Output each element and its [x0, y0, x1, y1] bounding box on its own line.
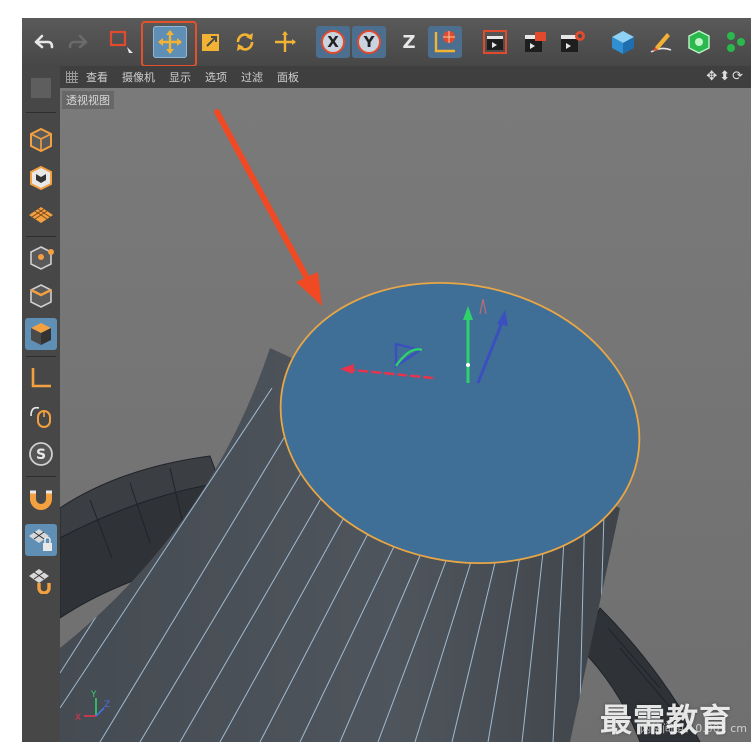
- selection-tool-button[interactable]: [104, 26, 138, 58]
- axis-mode-button[interactable]: [25, 362, 57, 394]
- layout-icon: [31, 78, 51, 98]
- rectangle-select-icon: [109, 30, 133, 53]
- tweak-mode-button[interactable]: [25, 400, 57, 432]
- perspective-viewport[interactable]: Y X Z 透视视图 网格间距：0.001 cm: [60, 88, 751, 742]
- axis-icon: [31, 368, 51, 388]
- undo-icon: [34, 34, 54, 49]
- scale-icon: [202, 34, 219, 51]
- svg-text:Z: Z: [104, 700, 110, 710]
- cube-object-button[interactable]: [606, 26, 640, 58]
- points-cube-icon: [30, 246, 54, 270]
- workplane-snap-button[interactable]: [25, 564, 57, 596]
- menu-options[interactable]: 选项: [205, 69, 227, 85]
- undo-button[interactable]: [26, 26, 60, 58]
- array-button[interactable]: [720, 26, 751, 58]
- subdivision-button[interactable]: [682, 26, 716, 58]
- viewport-menubar: 查看 摄像机 显示 选项 过滤 面板 ✥⬍⟳: [60, 66, 751, 88]
- rotate-tool-button[interactable]: [228, 26, 262, 58]
- clapper-gear-icon: [561, 31, 585, 52]
- scale-tool-button[interactable]: [194, 26, 228, 58]
- edges-cube-icon: [30, 284, 52, 308]
- model-mode-button[interactable]: [25, 124, 57, 156]
- world-axis-icon: [434, 31, 455, 53]
- workplane-lock-button[interactable]: [25, 524, 57, 556]
- workplane-mode-button[interactable]: [25, 200, 57, 232]
- orbit-icon[interactable]: ⟳: [732, 69, 745, 84]
- menu-panel[interactable]: 面板: [277, 69, 299, 85]
- svg-text:S: S: [36, 447, 46, 463]
- pen-spline-button[interactable]: [644, 26, 678, 58]
- polygons-mode-button[interactable]: [25, 318, 57, 350]
- menu-filter[interactable]: 过滤: [241, 69, 263, 85]
- y-axis-lock-button[interactable]: Y: [352, 26, 386, 58]
- render-picture-viewer-button[interactable]: [518, 26, 552, 58]
- coordinate-system-button[interactable]: [428, 26, 462, 58]
- cube-outline-icon: [30, 127, 52, 153]
- checker-cube-icon: [30, 165, 52, 191]
- solo-s-icon: S: [29, 442, 53, 466]
- pen-icon: [650, 33, 672, 53]
- green-dots-icon: [727, 32, 745, 52]
- menu-display[interactable]: 显示: [169, 69, 191, 85]
- recent-tool-button[interactable]: [268, 26, 302, 58]
- svg-text:X: X: [75, 713, 81, 723]
- redo-icon: [68, 34, 88, 49]
- z-axis-label: Z: [402, 31, 416, 53]
- grid-snap-icon: [29, 569, 51, 594]
- z-axis-lock-button[interactable]: Z: [392, 26, 426, 58]
- points-mode-button[interactable]: [25, 242, 57, 274]
- app-window: X Y Z S 查看 摄像机 显示 选项 过滤 面板 ✥⬍⟳ Y X Z 透视视…: [22, 18, 751, 742]
- grid-plane-icon: [29, 207, 53, 223]
- move-tool-highlight: [141, 21, 197, 67]
- cube-icon: [612, 31, 634, 54]
- rotate-icon: [236, 33, 254, 51]
- move-arrows-icon: [275, 31, 296, 52]
- mode-toolbar: S: [22, 66, 61, 742]
- clapper-icon: [525, 32, 546, 52]
- menu-view[interactable]: 查看: [86, 69, 108, 85]
- y-axis-label: Y: [357, 30, 381, 54]
- view-name-label: 透视视图: [62, 91, 114, 109]
- grid-lock-icon: [29, 529, 52, 551]
- edges-mode-button[interactable]: [25, 280, 57, 312]
- redo-button[interactable]: [62, 26, 96, 58]
- grip-icon: [66, 71, 78, 83]
- mouse-icon: [30, 406, 51, 428]
- pan-icon[interactable]: ✥: [706, 69, 719, 84]
- watermark-text: 最需教育: [600, 701, 733, 739]
- texture-mode-button[interactable]: [25, 162, 57, 194]
- menu-cameras[interactable]: 摄像机: [122, 69, 155, 85]
- solo-button[interactable]: S: [25, 438, 57, 470]
- x-axis-lock-button[interactable]: X: [316, 26, 350, 58]
- scene-canvas: Y X Z: [60, 88, 751, 742]
- viewport-nav-controls: ✥⬍⟳: [706, 69, 745, 84]
- main-toolbar: X Y Z: [22, 18, 751, 67]
- magnet-icon: [30, 490, 52, 510]
- svg-text:Y: Y: [90, 690, 97, 700]
- layout-button[interactable]: [25, 72, 57, 104]
- zoom-icon[interactable]: ⬍: [719, 69, 732, 84]
- green-cube-icon: [688, 30, 710, 54]
- snap-button[interactable]: [25, 482, 57, 514]
- render-view-button[interactable]: [478, 26, 512, 58]
- polygon-cube-icon: [31, 323, 51, 345]
- clapper-icon: [483, 30, 507, 54]
- render-settings-button[interactable]: [556, 26, 590, 58]
- x-axis-label: X: [321, 30, 345, 54]
